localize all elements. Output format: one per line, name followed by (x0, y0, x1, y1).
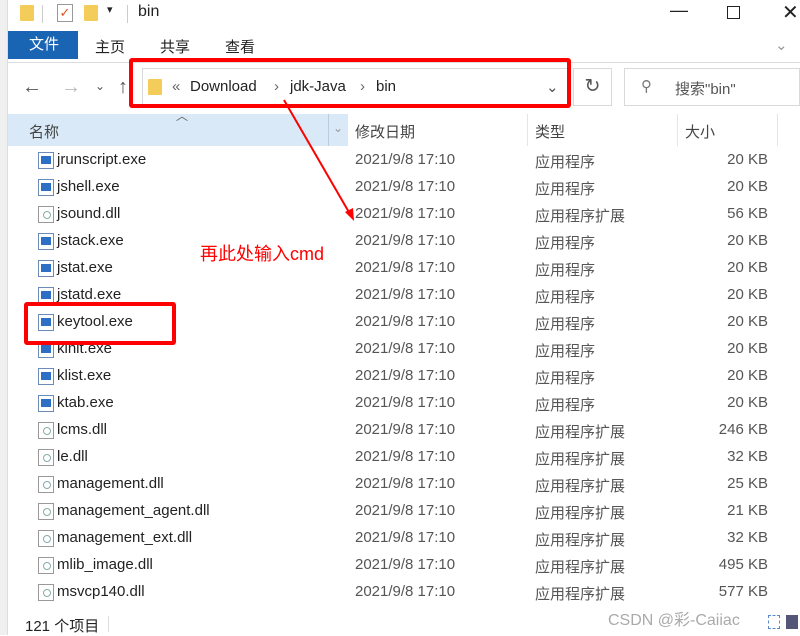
annotation-text: 再此处输入cmd (200, 244, 325, 264)
annotation-arrow (283, 99, 354, 221)
